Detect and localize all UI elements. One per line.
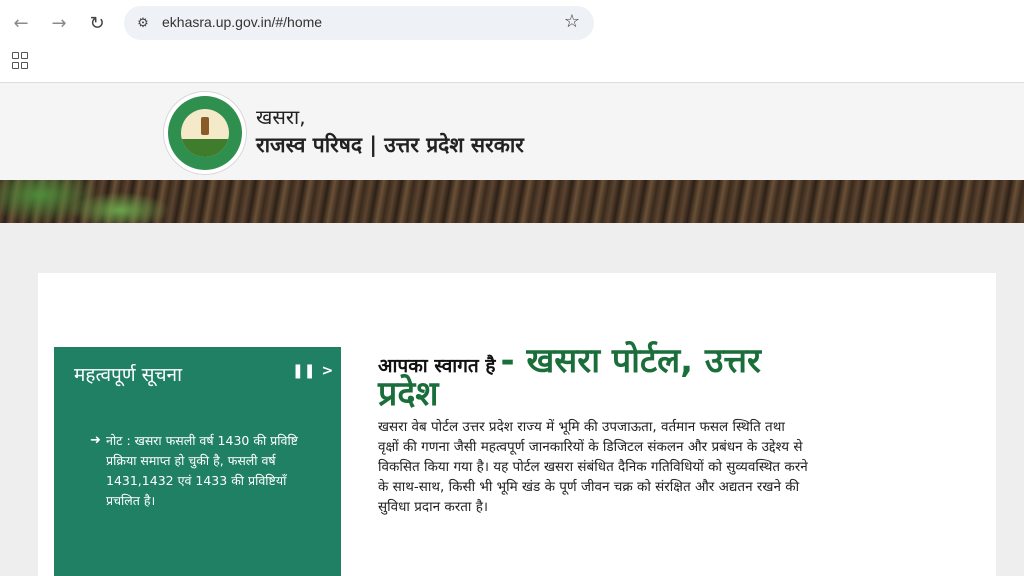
site-header: खसरा, राजस्व परिषद | उत्तर प्रदेश सरकार bbox=[0, 83, 1024, 180]
arrow-right-icon[interactable]: → bbox=[46, 10, 72, 36]
notice-controls: ❚❚ > bbox=[292, 363, 333, 379]
site-title: खसरा, bbox=[256, 105, 306, 129]
address-bar[interactable]: ⚙ ekhasra.up.gov.in/#/home ☆ bbox=[124, 6, 594, 40]
important-notice-panel: महत्वपूर्ण सूचना ❚❚ > ➜ नोट : खसरा फसली … bbox=[54, 347, 341, 576]
arrow-right-icon: ➜ bbox=[90, 433, 101, 448]
welcome-description: खसरा वेब पोर्टल उत्तर प्रदेश राज्य में भ… bbox=[378, 419, 808, 515]
apps-grid-icon[interactable] bbox=[12, 52, 30, 70]
browser-toolbar: ← → ↻ ⚙ ekhasra.up.gov.in/#/home ☆ bbox=[0, 0, 1024, 83]
welcome-headline: - खसरा पोर्टल, उत्तर प्रदेश bbox=[378, 341, 761, 414]
header-banner-image bbox=[0, 180, 1024, 223]
next-icon[interactable]: > bbox=[321, 363, 333, 379]
emblem-logo bbox=[163, 91, 247, 175]
site-info-icon[interactable]: ⚙ bbox=[134, 14, 152, 32]
notice-text: नोट : खसरा फसली वर्ष 1430 की प्रविष्टि प… bbox=[106, 433, 298, 508]
star-icon[interactable]: ☆ bbox=[564, 11, 580, 32]
url-text[interactable]: ekhasra.up.gov.in/#/home bbox=[162, 14, 322, 30]
arrow-left-icon[interactable]: ← bbox=[8, 10, 34, 36]
notice-title: महत्वपूर्ण सूचना bbox=[74, 364, 182, 386]
site-subtitle: राजस्व परिषद | उत्तर प्रदेश सरकार bbox=[256, 133, 524, 157]
welcome-heading: आपका स्वागत है - खसरा पोर्टल, उत्तर प्रद… bbox=[378, 344, 808, 411]
reload-icon[interactable]: ↻ bbox=[84, 10, 110, 36]
notice-item[interactable]: ➜ नोट : खसरा फसली वर्ष 1430 की प्रविष्टि… bbox=[90, 431, 306, 511]
pause-icon[interactable]: ❚❚ bbox=[292, 363, 315, 379]
